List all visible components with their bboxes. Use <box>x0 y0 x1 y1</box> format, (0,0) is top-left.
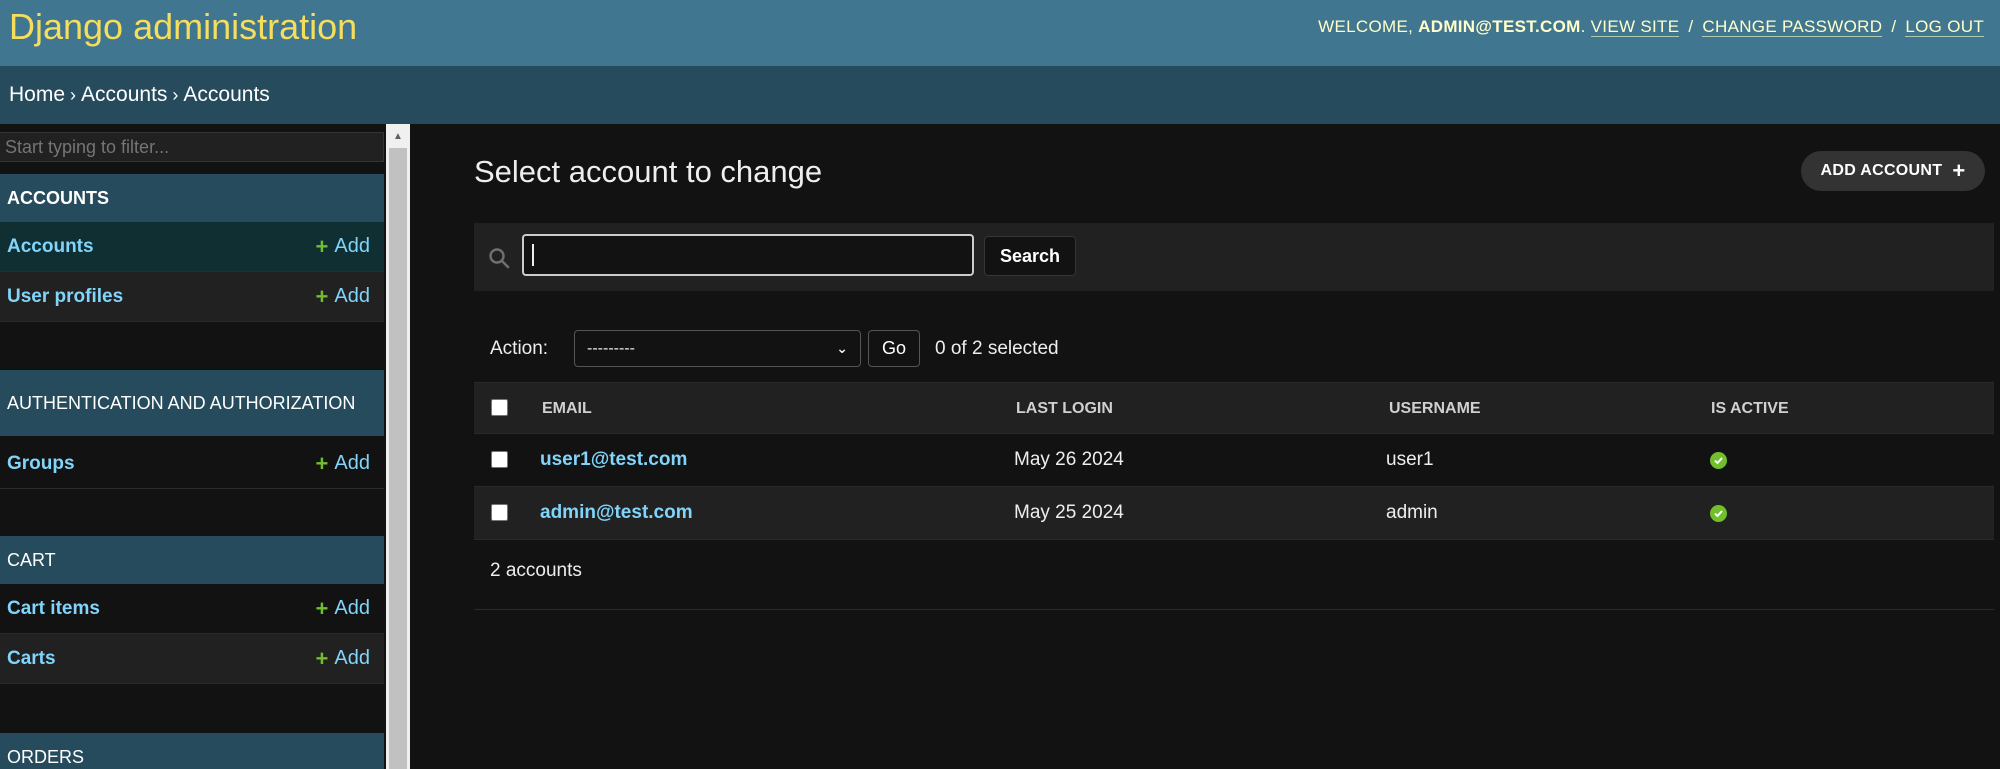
sidebar-item-label[interactable]: Carts <box>7 648 56 670</box>
search-icon <box>489 248 510 269</box>
add-account-button[interactable]: ADD ACCOUNT + <box>1801 151 1985 191</box>
paginator: 2 accounts <box>474 542 1994 610</box>
action-label: Action: <box>490 338 549 359</box>
column-header-is-active[interactable]: IS ACTIVE <box>1711 400 1789 418</box>
action-counter: 0 of 2 selected <box>935 338 1059 359</box>
search-input[interactable] <box>522 234 974 276</box>
sidebar-scrollbar[interactable]: ▲ <box>386 124 410 769</box>
email-link[interactable]: admin@test.com <box>540 502 693 524</box>
sidebar-item-carts[interactable]: Carts + Add <box>0 634 384 684</box>
add-label: Add <box>334 647 370 669</box>
sidebar-item-groups[interactable]: Groups + Add <box>0 439 384 489</box>
plus-icon: + <box>315 595 329 621</box>
column-header-email[interactable]: EMAIL <box>542 400 592 418</box>
scroll-up-arrow-icon[interactable]: ▲ <box>386 124 410 148</box>
action-select-value: --------- <box>587 339 635 357</box>
add-link[interactable]: + Add <box>316 234 370 260</box>
log-out-link[interactable]: Log out <box>1905 17 1984 37</box>
text-cursor <box>532 244 534 266</box>
breadcrumb: Home › Accounts › Accounts <box>0 66 2000 124</box>
change-password-link[interactable]: Change password <box>1702 17 1883 37</box>
add-label: Add <box>334 285 370 307</box>
plus-icon: + <box>315 233 329 259</box>
sidebar-item-label[interactable]: Cart items <box>7 598 100 620</box>
plus-icon: + <box>1952 158 1966 183</box>
module-caption-orders[interactable]: ORDERS <box>0 733 384 769</box>
welcome-text: Welcome, <box>1318 17 1414 36</box>
sidebar-item-label[interactable]: Accounts <box>7 236 94 258</box>
view-site-link[interactable]: View site <box>1590 17 1680 37</box>
separator: / <box>1891 17 1897 36</box>
table-row: admin@test.com May 25 2024 admin <box>474 487 1994 540</box>
row-checkbox[interactable] <box>491 451 508 468</box>
add-label: Add <box>334 597 370 619</box>
search-toolbar: Search <box>474 223 1994 291</box>
module-caption-auth[interactable]: AUTHENTICATION AND AUTHORIZATION <box>0 370 384 436</box>
select-all-checkbox[interactable] <box>491 399 508 416</box>
username-display: admin@test.com <box>1418 17 1581 36</box>
main-content: Select account to change ADD ACCOUNT + S… <box>410 124 2000 769</box>
sidebar-item-cart-items[interactable]: Cart items + Add <box>0 584 384 634</box>
sidebar-item-accounts[interactable]: Accounts + Add <box>0 222 384 272</box>
column-header-username[interactable]: USERNAME <box>1389 400 1481 418</box>
plus-icon: + <box>315 283 329 309</box>
user-tools: Welcome, admin@test.com. View site / Cha… <box>1318 17 1984 37</box>
add-label: Add <box>334 452 370 474</box>
header: Django administration Welcome, admin@tes… <box>0 0 2000 66</box>
sidebar-item-label[interactable]: User profiles <box>7 286 123 308</box>
add-account-label: ADD ACCOUNT <box>1820 162 1943 179</box>
last-login-cell: May 26 2024 <box>1014 449 1124 470</box>
username-cell: user1 <box>1386 449 1434 470</box>
search-button[interactable]: Search <box>984 236 1076 276</box>
plus-icon: + <box>315 645 329 671</box>
nav-sidebar: ACCOUNTS Accounts +Add User profiles +Ad… <box>0 124 386 769</box>
nav-filter-input[interactable] <box>0 132 384 162</box>
page-title: Select account to change <box>474 154 823 189</box>
add-label: Add <box>334 235 370 257</box>
breadcrumb-separator: › <box>70 85 77 105</box>
result-count: 2 accounts <box>490 560 582 581</box>
module-caption-accounts[interactable]: ACCOUNTS <box>0 174 384 222</box>
add-link[interactable]: + Add <box>316 596 370 622</box>
scrollbar-thumb[interactable] <box>389 148 407 769</box>
check-circle-icon <box>1710 452 1727 469</box>
breadcrumb-app-link[interactable]: Accounts <box>81 83 167 106</box>
add-link[interactable]: + Add <box>316 646 370 672</box>
sidebar-item-user-profiles[interactable]: User profiles + Add <box>0 272 384 322</box>
row-checkbox[interactable] <box>491 504 508 521</box>
check-circle-icon <box>1710 505 1727 522</box>
module-caption-cart[interactable]: CART <box>0 536 384 584</box>
action-select[interactable]: --------- ⌄ <box>574 330 861 367</box>
add-link[interactable]: + Add <box>316 284 370 310</box>
table-row: user1@test.com May 26 2024 user1 <box>474 434 1994 487</box>
username-cell: admin <box>1386 502 1438 523</box>
breadcrumb-current: Accounts <box>183 83 270 106</box>
column-header-last-login[interactable]: LAST LOGIN <box>1016 400 1113 418</box>
add-link[interactable]: + Add <box>316 451 370 477</box>
go-button[interactable]: Go <box>868 330 920 367</box>
table-header: EMAIL LAST LOGIN USERNAME IS ACTIVE <box>474 382 1994 434</box>
last-login-cell: May 25 2024 <box>1014 502 1124 523</box>
sidebar-item-label[interactable]: Groups <box>7 453 75 475</box>
plus-icon: + <box>315 450 329 476</box>
site-title[interactable]: Django administration <box>9 6 357 48</box>
email-link[interactable]: user1@test.com <box>540 449 687 471</box>
breadcrumb-separator: › <box>172 85 179 105</box>
breadcrumb-home-link[interactable]: Home <box>9 83 65 106</box>
chevron-down-icon: ⌄ <box>836 340 848 356</box>
actions-bar: Action: --------- ⌄ Go 0 of 2 selected <box>474 329 1474 369</box>
separator: / <box>1688 17 1694 36</box>
